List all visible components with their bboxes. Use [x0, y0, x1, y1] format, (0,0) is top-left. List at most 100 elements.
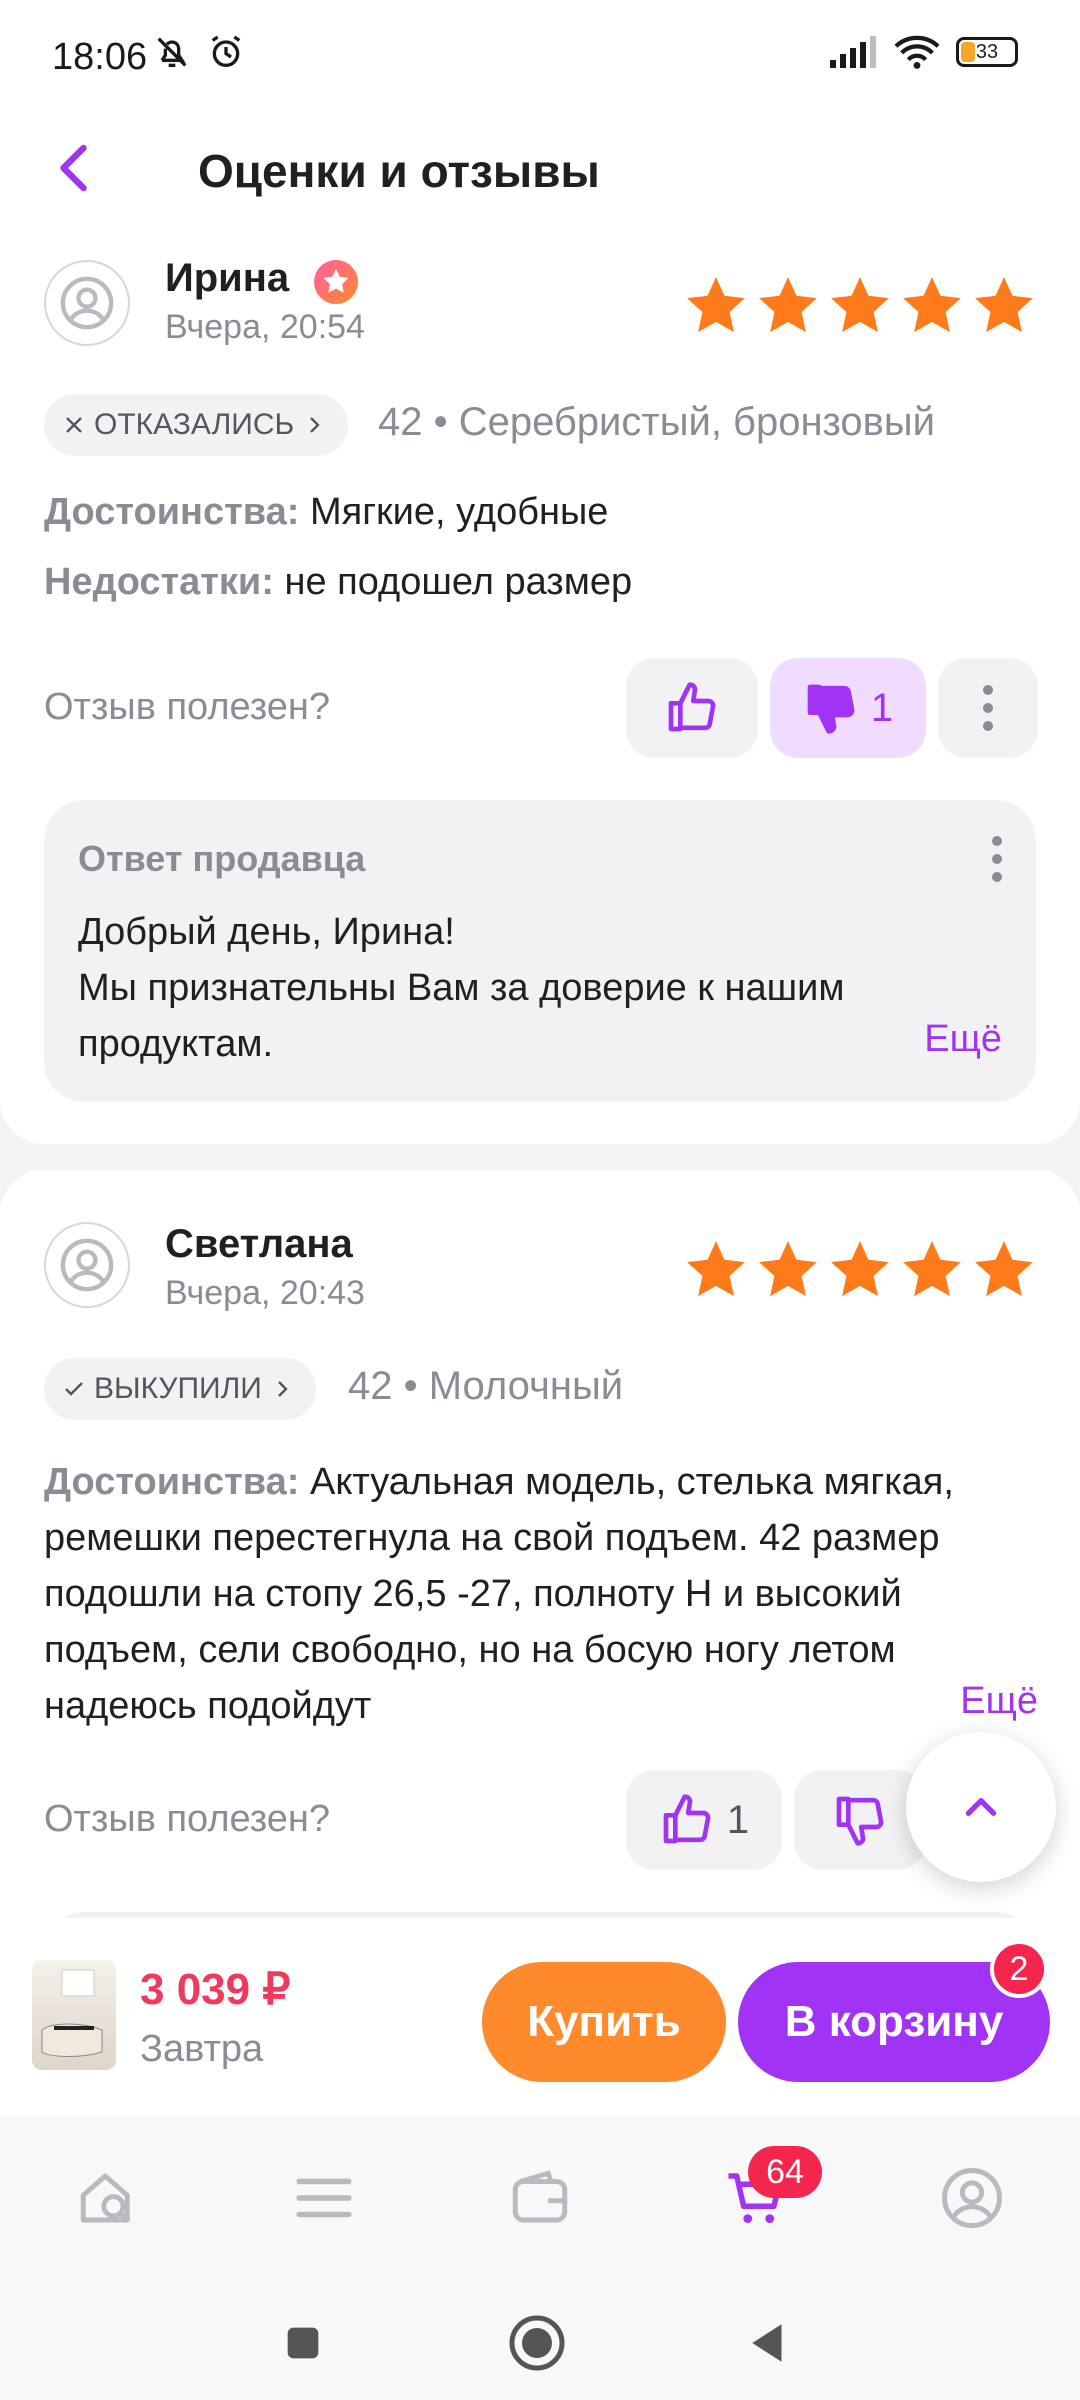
thumbs-down-icon	[807, 684, 855, 734]
seller-reply-title: Ответ продавца	[78, 838, 366, 879]
avatar[interactable]	[44, 1222, 130, 1308]
seller-reply: Ответ продавца Добрый день, Ирина! Мы пр…	[44, 800, 1036, 1102]
status-chip[interactable]: ОТКАЗАЛИСЬ	[44, 394, 349, 456]
status-chip-label: ВЫКУПИЛИ	[94, 1372, 262, 1405]
bell-off-icon	[157, 37, 187, 67]
home-button[interactable]	[504, 2310, 570, 2376]
buy-button[interactable]: Купить	[482, 1962, 726, 2082]
cons-text: не подошел размер	[284, 561, 633, 603]
chevron-left-icon	[60, 144, 87, 192]
buy-bar: 3 039 ₽ Завтра Купить В корзину 2	[0, 1918, 1080, 2116]
seller-reply-line2: Мы признательны Вам за доверие к нашим п…	[78, 967, 845, 1065]
like-button[interactable]	[626, 658, 758, 758]
wifi-icon	[894, 35, 940, 69]
review-variant: 42 • Серебристый, бронзовый	[378, 400, 936, 444]
battery-icon: 33	[956, 37, 1018, 67]
star-icon	[831, 277, 889, 333]
review-date: Вчера, 20:43	[165, 1274, 365, 1312]
square-icon	[287, 2327, 319, 2359]
profile-icon	[942, 2168, 1002, 2228]
like-count: 1	[726, 1797, 750, 1842]
status-icons-left	[152, 32, 246, 72]
check-icon	[65, 1382, 83, 1396]
seller-reply-more-link[interactable]: Ещё	[924, 1018, 1002, 1061]
review-date: Вчера, 20:54	[165, 308, 365, 346]
rating-stars	[682, 272, 1038, 340]
status-bar: 18:06 33	[0, 0, 1080, 118]
helpful-question: Отзыв полезен?	[44, 1798, 331, 1840]
star-icon	[759, 277, 817, 333]
status-icons-right: 33	[828, 34, 1018, 70]
page-title: Оценки и отзывы	[198, 145, 600, 197]
review-cons: Недостатки: не подошел размер	[44, 554, 1044, 610]
star-icon	[903, 277, 961, 333]
recents-button[interactable]	[270, 2310, 336, 2376]
thumbs-down-icon	[836, 1796, 884, 1846]
app-bar: Оценки и отзывы	[0, 118, 1080, 238]
status-chip-label: ОТКАЗАЛИСЬ	[94, 408, 295, 441]
cross-icon	[66, 417, 82, 433]
back-button[interactable]	[46, 138, 106, 198]
pros-label: Достоинства:	[44, 491, 300, 533]
product-price: 3 039 ₽	[140, 1965, 291, 2014]
nav-catalog[interactable]	[284, 2158, 364, 2238]
helpful-question: Отзыв полезен?	[44, 686, 331, 728]
thumbs-up-icon	[663, 1794, 711, 1844]
shoe-image	[41, 1969, 103, 2057]
product-thumbnail[interactable]	[32, 1960, 116, 2070]
star-icon	[687, 277, 745, 333]
menu-icon	[296, 2178, 352, 2218]
pros-label: Достоинства:	[44, 1461, 300, 1503]
review-pros: Достоинства: Актуальная модель, стелька …	[44, 1454, 1044, 1734]
thumbs-up-icon	[668, 682, 716, 732]
battery-level: 33	[975, 41, 999, 63]
wallet-icon	[512, 2170, 568, 2223]
chevron-up-icon	[965, 1798, 997, 1816]
back-system-button[interactable]	[736, 2310, 802, 2376]
seller-reply-menu-icon[interactable]	[992, 836, 1002, 882]
search-home-icon	[80, 2173, 131, 2224]
chevron-right-icon	[277, 1381, 288, 1397]
star-icon	[903, 1241, 961, 1297]
status-chip[interactable]: ВЫКУПИЛИ	[44, 1358, 316, 1420]
review-pros: Достоинства: Мягкие, удобные	[44, 484, 1044, 540]
avatar[interactable]	[44, 260, 130, 346]
user-icon	[60, 276, 114, 330]
status-time: 18:06	[52, 36, 148, 78]
premium-badge-icon	[314, 260, 358, 304]
seller-reply-text: Добрый день, Ирина! Мы признательны Вам …	[78, 904, 978, 1072]
review-more-link[interactable]: Ещё	[960, 1680, 1038, 1723]
system-nav-bar	[0, 2284, 1080, 2400]
user-icon	[60, 1238, 114, 1292]
review-card: Ирина Вчера, 20:54 ОТКАЗАЛИСЬ 42 • Сереб…	[0, 238, 1080, 1144]
more-vertical-icon	[983, 685, 993, 731]
bottom-nav: 64	[0, 2116, 1080, 2284]
scroll-to-top-button[interactable]	[906, 1732, 1056, 1882]
chevron-right-icon	[310, 417, 320, 433]
review-author: Светлана	[165, 1222, 353, 1266]
star-icon	[975, 1241, 1033, 1297]
dislike-count: 1	[870, 685, 894, 730]
nav-wallet[interactable]	[500, 2158, 580, 2238]
star-icon	[759, 1241, 817, 1297]
triangle-back-icon	[752, 2324, 782, 2362]
seller-reply-line1: Добрый день, Ирина!	[78, 911, 455, 953]
dislike-button[interactable]: 1	[770, 658, 926, 758]
like-button[interactable]: 1	[626, 1770, 782, 1870]
pros-text: Мягкие, удобные	[309, 491, 609, 533]
star-icon	[687, 1241, 745, 1297]
cart-nav-badge: 64	[748, 2146, 822, 2198]
nav-profile[interactable]	[932, 2158, 1012, 2238]
review-menu-button[interactable]	[938, 658, 1038, 758]
signal-icon	[830, 36, 876, 68]
star-icon	[831, 1241, 889, 1297]
nav-search[interactable]	[68, 2158, 148, 2238]
cons-label: Недостатки:	[44, 561, 274, 603]
cart-count-badge: 2	[990, 1940, 1048, 1998]
rating-stars	[682, 1236, 1038, 1304]
circle-icon	[509, 2315, 565, 2371]
review-variant: 42 • Молочный	[348, 1364, 624, 1408]
review-author: Ирина	[165, 256, 290, 300]
star-icon	[975, 277, 1033, 333]
alarm-icon	[211, 35, 241, 67]
